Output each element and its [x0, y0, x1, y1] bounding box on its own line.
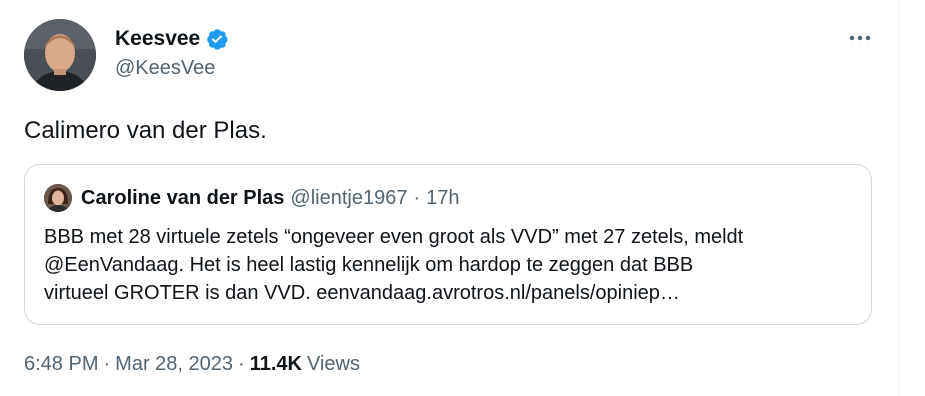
views-label: Views [306, 353, 360, 375]
author-display-name[interactable]: Keesvee [115, 27, 200, 51]
author-photo [24, 19, 96, 91]
meta-separator: · [103, 353, 111, 375]
quoted-text-line: virtueel GROTER is dan VVD. eenvandaag.a… [44, 282, 680, 304]
quoted-text-line: @EenVandaag. Het is heel lastig kennelij… [44, 254, 694, 276]
more-horizontal-icon [849, 35, 871, 41]
tweet-meta: 6:48 PM · Mar 28, 2023 · 11.4K Views [24, 353, 360, 376]
quoted-author-avatar[interactable] [44, 184, 72, 212]
quoted-separator: · [413, 186, 421, 209]
quoted-timestamp[interactable]: 17h [426, 187, 459, 210]
tweet-date[interactable]: Mar 28, 2023 [115, 353, 233, 376]
tweet-text: Calimero van der Plas. [24, 117, 267, 144]
author-handle[interactable]: @KeesVee [115, 57, 215, 80]
author-avatar[interactable] [24, 19, 96, 91]
tweet-time[interactable]: 6:48 PM [24, 353, 98, 376]
views-count: 11.4K [249, 353, 302, 375]
quoted-tweet-card[interactable]: Caroline van der Plas @lientje1967 · 17h… [24, 164, 872, 325]
author-name-row: Keesvee [115, 26, 229, 52]
more-options-button[interactable] [846, 26, 874, 50]
quoted-text-line: BBB met 28 virtuele zetels “ongeveer eve… [44, 226, 744, 248]
meta-separator: · [238, 353, 245, 375]
quoted-tweet-header: Caroline van der Plas @lientje1967 · 17h [44, 184, 460, 212]
quoted-author-handle[interactable]: @lientje1967 [290, 187, 407, 210]
column-border [898, 0, 899, 396]
quoted-author-name[interactable]: Caroline van der Plas [81, 187, 284, 210]
quoted-tweet-text: BBB met 28 virtuele zetels “ongeveer eve… [44, 223, 864, 307]
verified-badge-icon [205, 27, 229, 51]
